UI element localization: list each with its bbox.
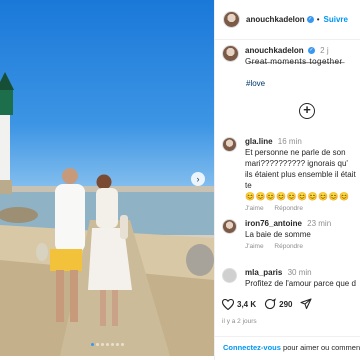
- carousel-dot: [105, 343, 109, 346]
- carousel-dot-active: [90, 343, 94, 346]
- comment-button[interactable]: 290: [264, 298, 292, 310]
- comment-time: 23 min: [307, 219, 332, 228]
- comment-time: 16 min: [277, 137, 302, 146]
- comment-text: Et personne ne parle de son mari????????…: [245, 148, 356, 190]
- share-button[interactable]: [300, 298, 315, 310]
- comment-like-button[interactable]: J'aime: [245, 243, 264, 250]
- avatar[interactable]: [223, 11, 240, 28]
- chevron-right-icon: ›: [196, 173, 200, 184]
- next-slide-button[interactable]: ›: [191, 172, 205, 186]
- caption-avatar[interactable]: [222, 45, 239, 62]
- comment-username[interactable]: mla_paris: [245, 268, 282, 277]
- paper-plane-icon: [300, 298, 313, 310]
- carousel-dot: [120, 343, 124, 346]
- carousel-dot: [95, 343, 99, 346]
- comment-username[interactable]: gla.line: [245, 137, 273, 146]
- comment-item: gla.line 16 min Et personne ne parle de …: [222, 136, 360, 212]
- comment-username[interactable]: iron76_antoine: [245, 219, 302, 228]
- comment-reply-button[interactable]: Répondre: [274, 205, 303, 212]
- caption-time: 2 j: [320, 46, 329, 55]
- comment-avatar[interactable]: [222, 137, 237, 152]
- comment-text: La baie de somme: [245, 230, 311, 239]
- comment-item: mla_paris 30 min Profitez de l'amour par…: [222, 267, 360, 289]
- post-age: il y a 2 jours: [222, 318, 257, 325]
- comments-count: 290: [279, 299, 293, 309]
- comment-reply-button[interactable]: Répondre: [274, 243, 303, 250]
- post-photo[interactable]: ›: [0, 0, 214, 356]
- heart-icon: [222, 298, 234, 310]
- caption-username[interactable]: anouchkadelon: [245, 46, 304, 55]
- comment-bubble-icon: [265, 298, 277, 310]
- verified-badge-icon: ✓: [307, 47, 315, 55]
- carousel-dot: [115, 343, 119, 346]
- comment-time: 30 min: [287, 268, 312, 277]
- follow-button[interactable]: Suivre: [324, 15, 348, 24]
- login-link[interactable]: Connectez-vous: [223, 343, 281, 352]
- comment-text: Profitez de l'amour parce que d: [245, 279, 356, 288]
- post-actions: 3,4 K 290: [222, 298, 360, 310]
- login-prompt: Connectez-vous pour aimer ou commen: [214, 336, 360, 352]
- caption-text: G̶r̶e̶a̶t̶ ̶m̶o̶m̶e̶n̶t̶s̶ ̶t̶o̶g̶e̶t̶h̶…: [245, 57, 343, 66]
- beach-couple-image: [0, 72, 214, 356]
- comment-emoji: 😊😊😊😊😊😊😊😊😊😊: [245, 192, 350, 201]
- caption: anouchkadelon ✓ 2 j G̶r̶e̶a̶t̶ ̶m̶o̶m̶e̶…: [222, 45, 360, 67]
- comment-like-button[interactable]: J'aime: [245, 205, 264, 212]
- login-prompt-text: pour aimer ou commen: [280, 343, 360, 352]
- carousel-dot: [100, 343, 104, 346]
- comment-avatar[interactable]: [222, 268, 237, 283]
- verified-badge-icon: ✓: [306, 16, 314, 23]
- header-separator: •: [316, 15, 320, 24]
- comment-avatar[interactable]: [222, 219, 237, 234]
- like-button[interactable]: 3,4 K: [222, 298, 257, 310]
- carousel-dot: [110, 343, 114, 346]
- comment-item: iron76_antoine 23 min La baie de somme J…: [222, 218, 360, 250]
- likes-count: 3,4 K: [237, 299, 257, 309]
- carousel-indicator: [0, 343, 214, 346]
- post-header: anouchkadelon ✓ • Suivre: [215, 0, 360, 40]
- plus-circle-icon[interactable]: +: [299, 103, 315, 119]
- post-username[interactable]: anouchkadelon: [246, 15, 305, 24]
- hashtag-link[interactable]: #love: [246, 79, 265, 88]
